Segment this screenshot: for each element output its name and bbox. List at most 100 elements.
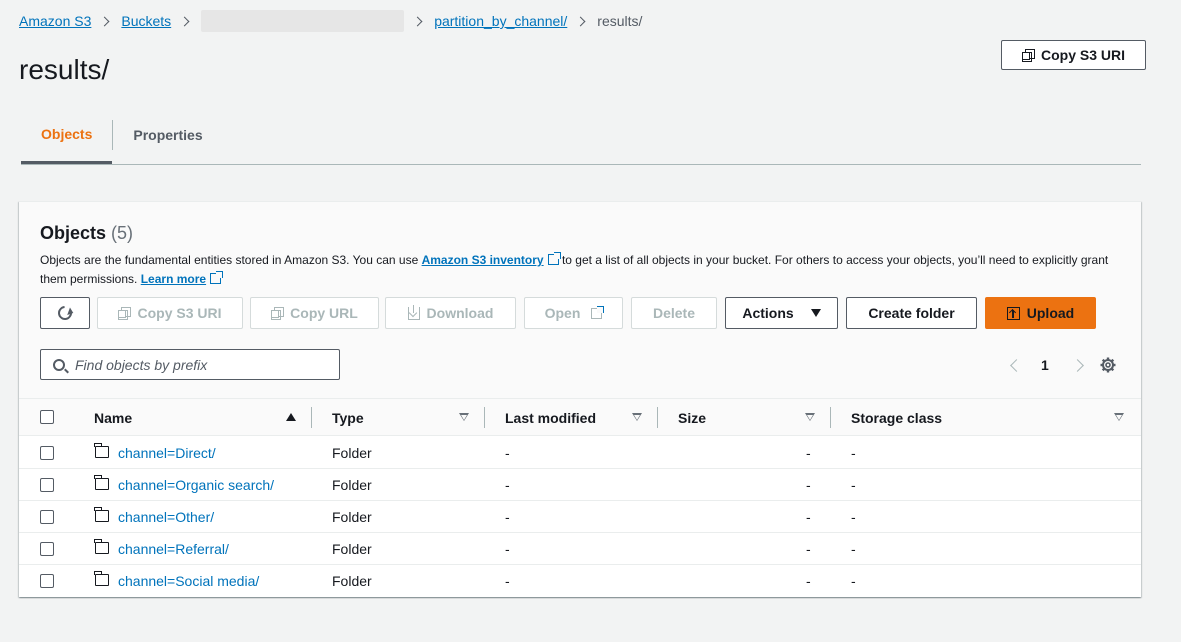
select-all-checkbox[interactable] bbox=[40, 410, 54, 424]
open-button[interactable]: Open bbox=[524, 297, 623, 329]
breadcrumb-bucket-redacted[interactable] bbox=[201, 10, 405, 32]
actions-dropdown[interactable]: Actions bbox=[725, 297, 838, 329]
tab-objects[interactable]: Objects bbox=[21, 115, 113, 164]
column-header-type[interactable]: Type bbox=[332, 399, 364, 436]
search-input[interactable] bbox=[75, 356, 315, 373]
object-name-link[interactable]: channel=Social media/ bbox=[118, 565, 259, 597]
learn-more-link[interactable]: Learn more bbox=[141, 272, 206, 286]
upload-icon bbox=[1006, 306, 1020, 320]
object-size: - bbox=[806, 509, 811, 525]
object-storage-class: - bbox=[851, 541, 856, 557]
breadcrumb-partition-folder[interactable]: partition_by_channel/ bbox=[434, 13, 567, 29]
refresh-button[interactable] bbox=[40, 297, 90, 329]
table-row: channel=Direct/ Folder - - - bbox=[19, 437, 1141, 469]
column-divider[interactable] bbox=[657, 407, 658, 428]
row-checkbox[interactable] bbox=[40, 542, 54, 556]
column-header-storage-class[interactable]: Storage class bbox=[851, 399, 942, 436]
table-row: channel=Social media/ Folder - - - bbox=[19, 565, 1141, 597]
row-checkbox[interactable] bbox=[40, 510, 54, 524]
sort-icon[interactable] bbox=[459, 413, 469, 421]
caret-down-icon bbox=[810, 309, 821, 317]
row-checkbox[interactable] bbox=[40, 478, 54, 492]
breadcrumb-buckets[interactable]: Buckets bbox=[121, 13, 171, 29]
object-name-link[interactable]: channel=Organic search/ bbox=[118, 469, 274, 501]
table-row: channel=Referral/ Folder - - - bbox=[19, 533, 1141, 565]
object-last-modified: - bbox=[505, 509, 510, 525]
copy-s3-uri-header-label: Copy S3 URI bbox=[1040, 47, 1125, 63]
table-header-row: Name Type Last modified Size Storage cla… bbox=[19, 399, 1141, 436]
external-link-icon bbox=[591, 305, 605, 319]
row-checkbox[interactable] bbox=[40, 574, 54, 588]
delete-label: Delete bbox=[652, 305, 696, 321]
copy-s3-uri-label: Copy S3 URI bbox=[137, 305, 222, 321]
folder-icon bbox=[94, 475, 109, 490]
column-divider[interactable] bbox=[311, 407, 312, 428]
upload-button[interactable]: Upload bbox=[985, 297, 1096, 329]
chevron-right-icon bbox=[179, 16, 190, 26]
objects-description: Objects are the fundamental entities sto… bbox=[40, 251, 1110, 289]
object-storage-class: - bbox=[851, 445, 856, 461]
column-header-last-modified[interactable]: Last modified bbox=[505, 399, 596, 436]
tabs: Objects Properties bbox=[21, 115, 1141, 165]
object-last-modified: - bbox=[505, 445, 510, 461]
create-folder-button[interactable]: Create folder bbox=[846, 297, 977, 329]
sort-icon[interactable] bbox=[1114, 413, 1124, 421]
copy-icon bbox=[271, 307, 285, 320]
objects-panel: Objects (5) Objects are the fundamental … bbox=[19, 201, 1141, 597]
object-last-modified: - bbox=[505, 541, 510, 557]
object-storage-class: - bbox=[851, 509, 856, 525]
s3-inventory-link[interactable]: Amazon S3 inventory bbox=[422, 253, 544, 267]
gear-icon[interactable] bbox=[1100, 357, 1116, 373]
delete-button[interactable]: Delete bbox=[631, 297, 717, 329]
folder-icon bbox=[94, 443, 109, 458]
table-row: channel=Organic search/ Folder - - - bbox=[19, 469, 1141, 501]
column-header-size[interactable]: Size bbox=[678, 399, 706, 436]
objects-heading-label: Objects bbox=[40, 223, 107, 243]
download-icon bbox=[407, 304, 420, 320]
breadcrumb: Amazon S3 Buckets partition_by_channel/ … bbox=[19, 10, 643, 32]
objects-count: (5) bbox=[111, 223, 134, 243]
objects-heading: Objects (5) bbox=[40, 223, 133, 244]
column-divider[interactable] bbox=[484, 407, 485, 428]
chevron-right-icon bbox=[575, 16, 586, 26]
page-number[interactable]: 1 bbox=[1041, 357, 1049, 373]
object-type: Folder bbox=[332, 573, 372, 589]
folder-icon bbox=[94, 571, 109, 586]
download-button[interactable]: Download bbox=[385, 297, 516, 329]
folder-icon bbox=[94, 507, 109, 522]
external-link-icon bbox=[210, 271, 224, 284]
refresh-icon bbox=[55, 303, 75, 323]
actions-label: Actions bbox=[742, 305, 794, 321]
object-name-link[interactable]: channel=Direct/ bbox=[118, 437, 216, 469]
page-title: results/ bbox=[19, 54, 110, 85]
column-header-name[interactable]: Name bbox=[94, 399, 132, 436]
chevron-right-icon[interactable] bbox=[1070, 358, 1084, 372]
sort-icon[interactable] bbox=[632, 413, 642, 421]
copy-s3-uri-header-button[interactable]: Copy S3 URI bbox=[1001, 40, 1146, 70]
objects-panel-header: Objects (5) Objects are the fundamental … bbox=[19, 202, 1141, 436]
chevron-left-icon[interactable] bbox=[1010, 358, 1023, 372]
download-label: Download bbox=[426, 305, 494, 321]
column-divider[interactable] bbox=[830, 407, 831, 428]
breadcrumb-current: results/ bbox=[597, 13, 643, 29]
sort-ascending-icon[interactable] bbox=[286, 413, 296, 421]
object-last-modified: - bbox=[505, 477, 510, 493]
object-type: Folder bbox=[332, 541, 372, 557]
tab-properties[interactable]: Properties bbox=[113, 115, 222, 155]
chevron-right-icon bbox=[99, 16, 110, 26]
folder-icon bbox=[94, 539, 109, 554]
sort-icon[interactable] bbox=[805, 413, 815, 421]
copy-url-button[interactable]: Copy URL bbox=[250, 297, 379, 329]
copy-s3-uri-button[interactable]: Copy S3 URI bbox=[97, 297, 243, 329]
open-label: Open bbox=[544, 305, 581, 321]
object-storage-class: - bbox=[851, 573, 856, 589]
object-size: - bbox=[806, 573, 811, 589]
object-size: - bbox=[806, 477, 811, 493]
object-name-link[interactable]: channel=Referral/ bbox=[118, 533, 229, 565]
breadcrumb-amazon-s3[interactable]: Amazon S3 bbox=[19, 13, 91, 29]
object-name-link[interactable]: channel=Other/ bbox=[118, 501, 214, 533]
row-checkbox[interactable] bbox=[40, 446, 54, 460]
object-type: Folder bbox=[332, 509, 372, 525]
search-box bbox=[40, 349, 340, 380]
object-type: Folder bbox=[332, 445, 372, 461]
